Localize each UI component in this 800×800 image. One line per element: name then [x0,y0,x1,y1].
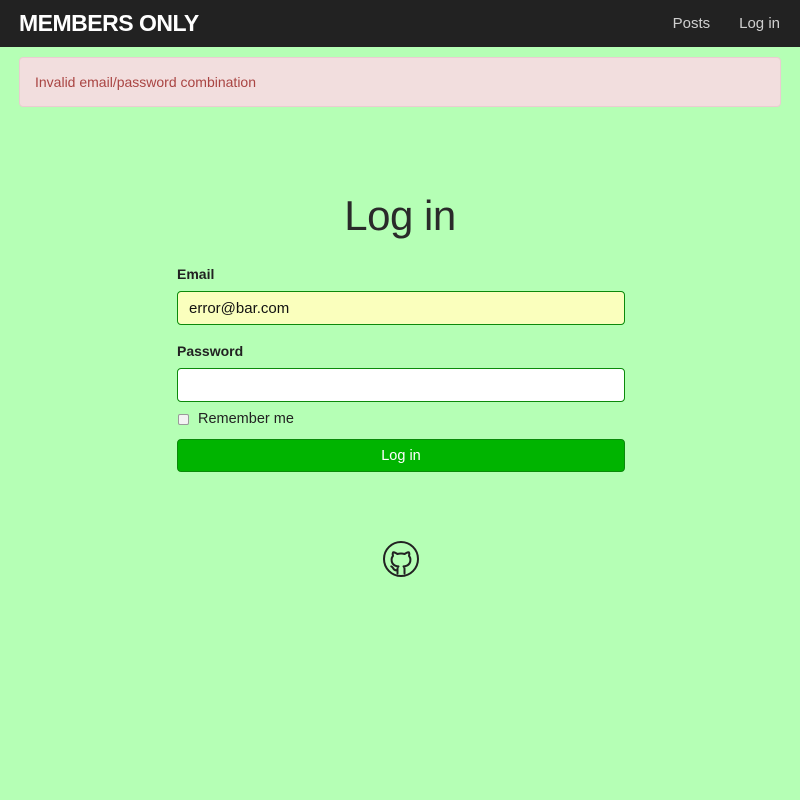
error-alert-message: Invalid email/password combination [35,74,256,90]
github-link[interactable] [382,540,420,578]
remember-me-label[interactable]: Remember me [198,411,294,427]
nav-link-login[interactable]: Log in [739,15,780,32]
nav-links: Posts Log in [673,15,780,32]
login-submit-button[interactable]: Log in [177,439,625,472]
page-title: Log in [344,192,456,239]
error-alert: Invalid email/password combination [19,57,781,107]
remember-me-checkbox[interactable] [178,413,189,425]
github-icon [383,541,419,577]
login-form: Email Password Remember me Log in [177,266,625,472]
remember-me-row: Remember me [177,409,625,429]
email-label: Email [177,266,215,282]
email-field[interactable] [177,291,625,325]
brand-logo-link[interactable]: MEMBERS ONLY [19,10,199,37]
nav-link-posts[interactable]: Posts [673,15,711,32]
password-field[interactable] [177,368,625,402]
navbar: MEMBERS ONLY Posts Log in [0,0,800,47]
password-label: Password [177,343,244,359]
login-submit-label: Log in [381,447,421,464]
